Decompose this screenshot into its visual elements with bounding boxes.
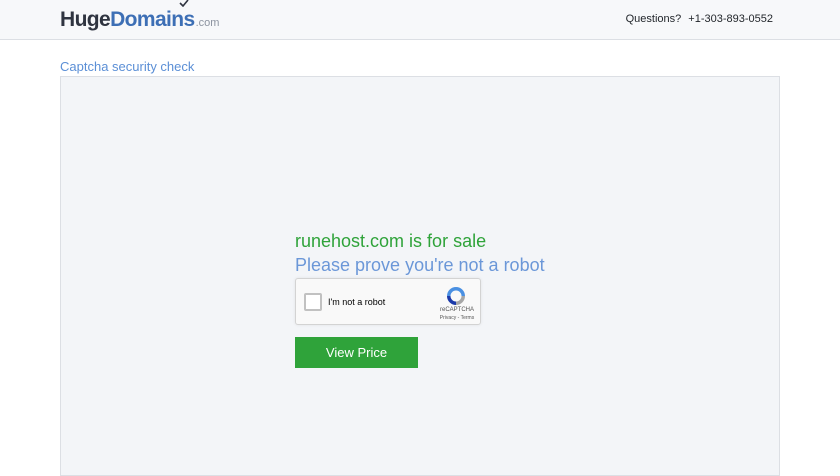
- recaptcha-links-separator: -: [457, 315, 460, 321]
- contact-info: Questions? +1-303-893-0552: [626, 13, 773, 25]
- phone-number[interactable]: +1-303-893-0552: [688, 13, 773, 25]
- recaptcha-widget: I'm not a robot reCAPTCHA Privacy - Term…: [295, 278, 481, 325]
- captcha-panel: [60, 76, 780, 476]
- view-price-button[interactable]: View Price: [295, 337, 418, 368]
- recaptcha-label: I'm not a robot: [328, 297, 386, 307]
- recaptcha-links: Privacy - Terms: [435, 315, 479, 321]
- questions-label: Questions?: [625, 13, 682, 25]
- section-title: Captcha security check: [60, 59, 195, 74]
- recaptcha-logo-icon: [447, 287, 465, 305]
- hugedomains-logo[interactable]: Huge Domains .com: [60, 0, 220, 32]
- subline: Please prove you're not a robot: [295, 255, 545, 275]
- sale-message: runehost.com is for sale Please prove yo…: [295, 231, 545, 276]
- checkmark-icon: [179, 0, 189, 7]
- headline: runehost.com is for sale: [295, 231, 487, 251]
- logo-domains-text: Domains: [110, 8, 195, 31]
- recaptcha-terms-link[interactable]: Terms: [461, 315, 475, 321]
- recaptcha-brand: reCAPTCHA: [439, 307, 474, 313]
- logo-com: .com: [195, 17, 220, 29]
- recaptcha-privacy-link[interactable]: Privacy: [440, 315, 456, 321]
- site-header: Huge Domains .com Questions? +1-303-893-…: [0, 0, 840, 40]
- logo-domains: Domains: [110, 0, 195, 32]
- logo-huge: Huge: [60, 8, 111, 31]
- recaptcha-checkbox[interactable]: [304, 293, 322, 311]
